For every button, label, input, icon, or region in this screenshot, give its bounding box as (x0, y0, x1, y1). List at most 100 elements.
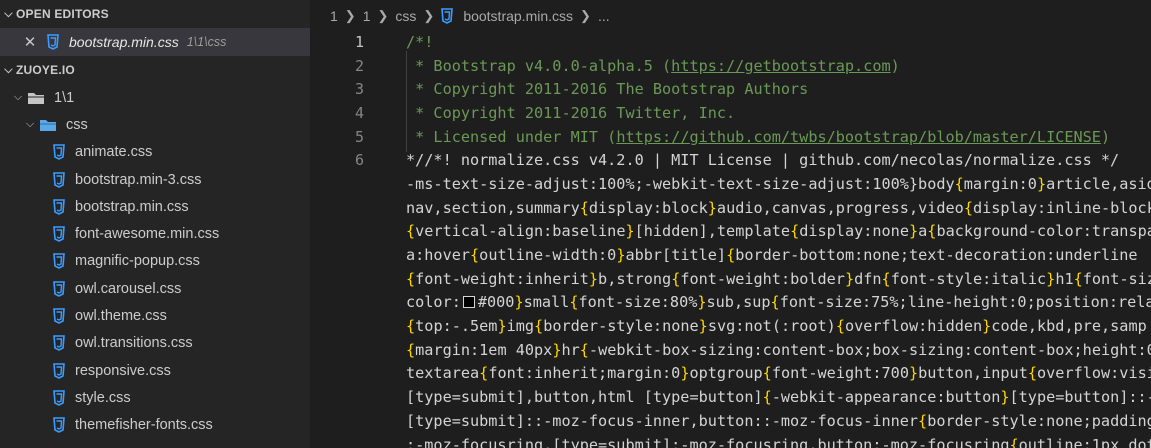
brace-token: } (698, 317, 708, 336)
code-line[interactable]: 3 * Copyright 2011-2016 The Bootstrap Au… (310, 74, 1151, 105)
code-text: textarea{font:inherit;margin:0}optgroup{… (406, 364, 1151, 382)
code-editor[interactable]: 1 ❯ 1 ❯ css ❯ bootstrap.min.css ❯ ... 1 /… (310, 0, 1151, 448)
file-label: themefisher-fonts.css (75, 417, 213, 434)
code-token: -ms-text-size-adjust:100%;-webkit-text-s… (406, 174, 955, 193)
chevron-right-icon: ❯ (377, 8, 389, 23)
css-file-icon (46, 33, 60, 51)
file-item[interactable]: owl.carousel.css (0, 275, 310, 302)
brace-token: } (497, 317, 507, 336)
open-editor-path: 1\1\css (186, 35, 227, 49)
code-line[interactable]: 2 * Bootstrap v4.0.0-alpha.5 (https://ge… (310, 50, 1151, 81)
brace-token: } (1000, 388, 1010, 407)
brace-token: { (762, 388, 772, 407)
brace-token: { (534, 317, 544, 336)
file-label: bootstrap.min-3.css (75, 171, 202, 188)
brace-token: { (1027, 364, 1038, 383)
breadcrumb-item[interactable]: 1 (330, 8, 338, 24)
breadcrumb-ellipsis[interactable]: ... (598, 8, 610, 24)
brace-token: { (579, 198, 589, 217)
file-item[interactable]: bootstrap.min-3.css (0, 166, 310, 193)
open-editor-item[interactable]: ✕ bootstrap.min.css 1\1\css (0, 28, 310, 56)
code-line[interactable]: 1 /*! (310, 30, 1151, 54)
line-number: 1 (354, 32, 364, 51)
comment-link[interactable]: https://github.com/twbs/bootstrap/blob/m… (616, 128, 1101, 146)
code-token: a (918, 222, 928, 241)
code-line[interactable]: nav,section,summary{display:block}audio,… (310, 196, 1151, 220)
code-line[interactable]: {margin:1em 40px}hr{-webkit-box-sizing:c… (310, 338, 1151, 362)
tree-folder-css[interactable]: ⌵ css (0, 111, 310, 138)
file-item[interactable]: themefisher-fonts.css (0, 412, 310, 439)
code-token: font-weight:bolder (680, 269, 845, 288)
brace-token: { (835, 317, 845, 336)
file-item[interactable]: owl.transitions.css (0, 330, 310, 357)
code-text: -ms-text-size-adjust:100%;-webkit-text-s… (406, 175, 1151, 193)
code-line[interactable]: 6 *//*! normalize.css v4.2.0 | MIT Licens… (310, 148, 1151, 172)
open-editor-filename: bootstrap.min.css (69, 34, 179, 50)
file-item[interactable]: owl.theme.css (0, 302, 310, 329)
code-token: overflow:visible (1037, 364, 1151, 383)
brace-token: { (470, 246, 480, 265)
open-editors-header[interactable]: ⌵ OPEN EDITORS (0, 0, 310, 28)
code-text: [type=submit],button,html [type=button]{… (406, 388, 1151, 406)
breadcrumb-item[interactable]: css (395, 8, 416, 24)
code-area[interactable]: 1 /*! 2 * Bootstrap v4.0.0-alpha.5 (https:… (310, 30, 1151, 448)
comment-link[interactable]: https://getbootstrap.com (671, 57, 890, 75)
close-icon[interactable]: ✕ (22, 33, 38, 51)
brace-token: { (770, 293, 780, 312)
file-label: magnific-popup.css (75, 253, 200, 270)
code-line[interactable]: a:hover{outline-width:0}abbr[title]{bord… (310, 243, 1151, 267)
code-token: [type=submit],button,html [type=button] (406, 388, 763, 407)
code-token: sub,sup (706, 293, 771, 312)
code-token: nav,section,summary (406, 198, 580, 217)
code-line[interactable]: {top:-.5em}img{border-style:none}svg:not… (310, 314, 1151, 338)
brace-token: { (963, 198, 973, 217)
file-item[interactable]: font-awesome.min.css (0, 220, 310, 247)
css-file-icon (52, 416, 66, 434)
file-item[interactable]: bootstrap.min.css (0, 193, 310, 220)
code-line[interactable]: 4 * Copyright 2011-2016 Twitter, Inc. (310, 97, 1151, 128)
code-token: font-size:2em (1082, 269, 1151, 288)
breadcrumb-file[interactable]: bootstrap.min.css (463, 8, 573, 24)
code-line[interactable]: {font-weight:inherit}b,strong{font-weigh… (310, 267, 1151, 291)
code-line[interactable]: {vertical-align:baseline}[hidden],templa… (310, 220, 1151, 244)
code-line[interactable]: :-moz-focusring,[type=submit]:-moz-focus… (310, 433, 1151, 448)
code-line[interactable]: -ms-text-size-adjust:100%;-webkit-text-s… (310, 172, 1151, 196)
code-text: :-moz-focusring,[type=submit]:-moz-focus… (406, 436, 1151, 448)
file-item[interactable]: style.css (0, 384, 310, 411)
breadcrumb-item[interactable]: 1 (363, 8, 371, 24)
open-editors-title: OPEN EDITORS (16, 7, 109, 21)
comment-token: * Copyright 2011-2016 Twitter, Inc. (406, 103, 736, 122)
file-label: owl.transitions.css (75, 335, 193, 352)
code-token: img (506, 317, 535, 336)
file-item[interactable]: animate.css (0, 139, 310, 166)
brace-token: { (726, 246, 736, 265)
code-line[interactable]: color: #000}small{font-size:80%}sub,sup{f… (310, 291, 1151, 315)
css-file-icon (52, 334, 66, 352)
line-number: 4 (354, 103, 364, 122)
chevron-right-icon: ❯ (423, 8, 435, 23)
code-token: audio,canvas,progress,video (716, 198, 964, 217)
code-token: small (523, 293, 570, 312)
explorer-sidebar: ⌵ OPEN EDITORS ✕ bootstrap.min.css 1\1\c… (0, 0, 310, 448)
code-line[interactable]: [type=submit],button,html [type=button]{… (310, 385, 1151, 409)
css-folder-open-icon (38, 117, 58, 133)
file-label: bootstrap.min.css (75, 198, 189, 215)
brace-token: { (671, 269, 681, 288)
code-token: vertical-align:baseline (415, 222, 626, 241)
chevron-down-icon: ⌵ (4, 7, 13, 20)
code-token: a:hover (406, 246, 471, 265)
code-line[interactable]: textarea{font:inherit;margin:0}optgroup{… (310, 362, 1151, 386)
code-line[interactable]: 5 * Licensed under MIT (https://github.c… (310, 121, 1151, 152)
tree-folder-1-1[interactable]: ⌵ 1\1 (0, 84, 310, 111)
workspace-header[interactable]: ⌵ ZUOYE.IO (0, 56, 310, 84)
code-token: border-style:none;padding:0 (927, 411, 1151, 430)
breadcrumb: 1 ❯ 1 ❯ css ❯ bootstrap.min.css ❯ ... (310, 0, 1151, 32)
code-token: overflow:hidden (844, 317, 983, 336)
code-line[interactable]: [type=submit]::-moz-focus-inner,button::… (310, 409, 1151, 433)
file-item[interactable]: magnific-popup.css (0, 248, 310, 275)
code-token: margin:0 (963, 174, 1037, 193)
file-item[interactable]: responsive.css (0, 357, 310, 384)
code-token: display:block (588, 198, 708, 217)
code-text: /*! (406, 33, 433, 51)
color-swatch-icon[interactable] (462, 296, 475, 309)
